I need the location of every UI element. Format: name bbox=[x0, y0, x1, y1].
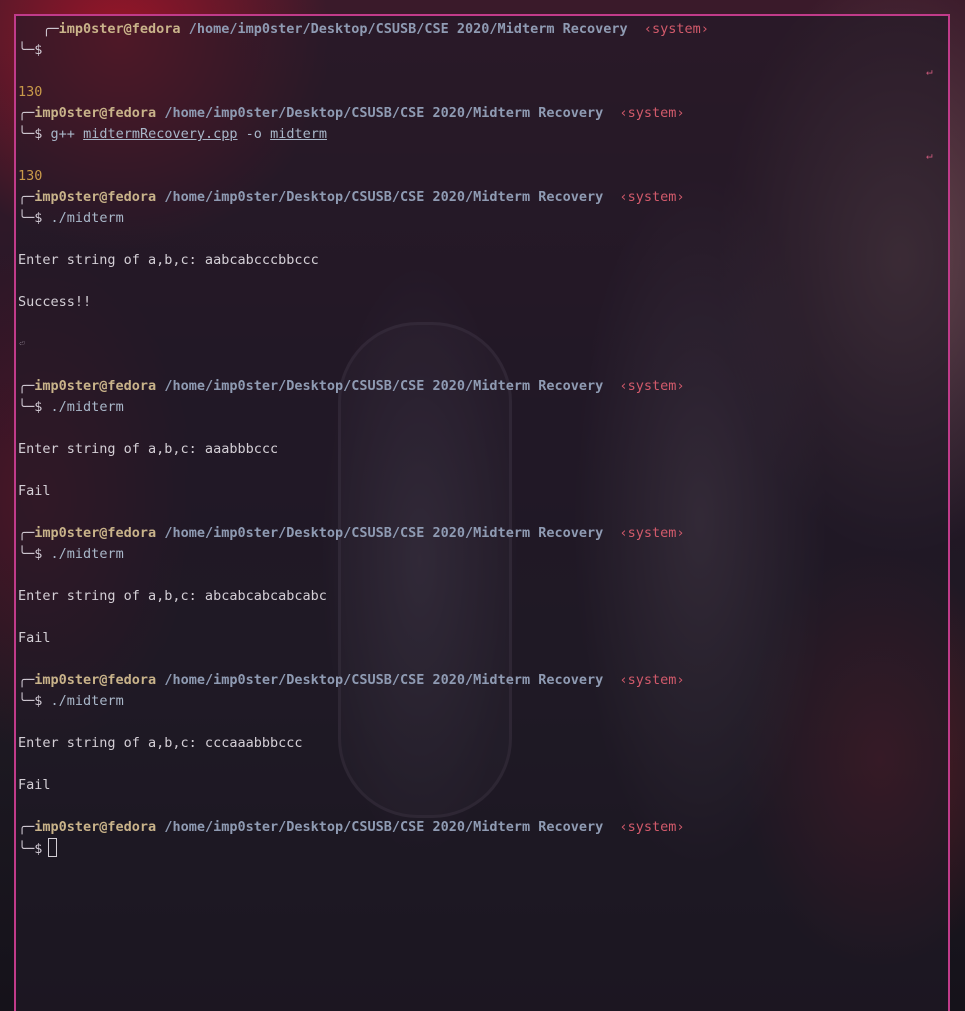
output-line: Fail bbox=[18, 777, 51, 793]
prompt-symbol: $ bbox=[34, 42, 43, 58]
prompt-symbol: $ bbox=[34, 841, 43, 857]
prompt-context: ‹system› bbox=[619, 819, 685, 835]
prompt-user: imp0ster@fedora bbox=[34, 189, 157, 205]
prompt-user: imp0ster@fedora bbox=[34, 378, 157, 394]
command-text: ./midterm bbox=[50, 210, 124, 226]
command-line: ╰─$ ./midterm bbox=[18, 693, 124, 709]
exit-code: 130 bbox=[18, 84, 43, 100]
prompt-line: ╭─imp0ster@fedora /home/imp0ster/Desktop… bbox=[18, 378, 685, 394]
prompt-user: imp0ster@fedora bbox=[34, 105, 157, 121]
output-line: Enter string of a,b,c: abcabcabcabcabc bbox=[18, 588, 327, 604]
command-line: ╰─$ ./midterm bbox=[18, 546, 124, 562]
output-line: Enter string of a,b,c: cccaaabbbccc bbox=[18, 735, 303, 751]
prompt-symbol: $ bbox=[34, 693, 43, 709]
prompt-path: /home/imp0ster/Desktop/CSUSB/CSE 2020/Mi… bbox=[164, 105, 604, 121]
terminal-output: ╭─imp0ster@fedora /home/imp0ster/Desktop… bbox=[16, 16, 933, 940]
prompt-line: ╭─imp0ster@fedora /home/imp0ster/Desktop… bbox=[18, 672, 685, 688]
command-flag: -o bbox=[245, 126, 262, 142]
prompt-path: /home/imp0ster/Desktop/CSUSB/CSE 2020/Mi… bbox=[164, 672, 604, 688]
prompt-context: ‹system› bbox=[619, 378, 685, 394]
prompt-line: ╭─imp0ster@fedora /home/imp0ster/Desktop… bbox=[18, 819, 685, 835]
command-file-link[interactable]: midtermRecovery.cpp bbox=[83, 126, 237, 142]
command-line: ╰─$ ./midterm bbox=[18, 399, 124, 415]
command-program: g++ bbox=[50, 126, 75, 142]
prompt-path: /home/imp0ster/Desktop/CSUSB/CSE 2020/Mi… bbox=[164, 525, 604, 541]
command-text: ./midterm bbox=[50, 693, 124, 709]
prompt-user: imp0ster@fedora bbox=[34, 672, 157, 688]
output-line: Enter string of a,b,c: aaabbbccc bbox=[18, 441, 279, 457]
command-line: ╰─$ bbox=[18, 42, 43, 58]
prompt-user: imp0ster@fedora bbox=[34, 819, 157, 835]
prompt-path: /home/imp0ster/Desktop/CSUSB/CSE 2020/Mi… bbox=[188, 21, 628, 37]
prompt-user: imp0ster@fedora bbox=[58, 21, 181, 37]
active-command-line[interactable]: ╰─$ bbox=[18, 838, 58, 859]
prompt-user: imp0ster@fedora bbox=[34, 525, 157, 541]
prompt-symbol: $ bbox=[34, 399, 43, 415]
prompt-line: ╭─imp0ster@fedora /home/imp0ster/Desktop… bbox=[18, 525, 685, 541]
prompt-line: ╭─imp0ster@fedora /home/imp0ster/Desktop… bbox=[18, 105, 685, 121]
text-cursor[interactable] bbox=[48, 838, 58, 857]
prompt-path: /home/imp0ster/Desktop/CSUSB/CSE 2020/Mi… bbox=[164, 189, 604, 205]
prompt-symbol: $ bbox=[34, 126, 43, 142]
prompt-path: /home/imp0ster/Desktop/CSUSB/CSE 2020/Mi… bbox=[164, 819, 604, 835]
command-line: ╰─$ ./midterm bbox=[18, 210, 124, 226]
command-text: ./midterm bbox=[50, 399, 124, 415]
command-line: ╰─$ g++ midtermRecovery.cpp -o midterm bbox=[18, 126, 327, 142]
prompt-line: ╭─imp0ster@fedora /home/imp0ster/Desktop… bbox=[18, 21, 709, 37]
output-line: Fail bbox=[18, 630, 51, 646]
prompt-context: ‹system› bbox=[619, 525, 685, 541]
prompt-line: ╭─imp0ster@fedora /home/imp0ster/Desktop… bbox=[18, 189, 685, 205]
prompt-context: ‹system› bbox=[619, 105, 685, 121]
prompt-context: ‹system› bbox=[619, 672, 685, 688]
return-marker-icon: ↵ bbox=[926, 149, 933, 162]
exit-code: 130 bbox=[18, 168, 43, 184]
prompt-context: ‹system› bbox=[619, 189, 685, 205]
output-line: Success!! bbox=[18, 294, 92, 310]
command-output-link[interactable]: midterm bbox=[270, 126, 327, 142]
return-marker-icon: ↵ bbox=[926, 65, 933, 78]
command-text: ./midterm bbox=[50, 546, 124, 562]
output-line: Enter string of a,b,c: aabcabcccbbccc bbox=[18, 252, 319, 268]
prompt-path: /home/imp0ster/Desktop/CSUSB/CSE 2020/Mi… bbox=[164, 378, 604, 394]
terminal-window[interactable]: ╭─imp0ster@fedora /home/imp0ster/Desktop… bbox=[14, 14, 950, 1011]
small-return-icon: ⏎ bbox=[19, 339, 25, 349]
prompt-context: ‹system› bbox=[643, 21, 709, 37]
output-line: Fail bbox=[18, 483, 51, 499]
prompt-symbol: $ bbox=[34, 546, 43, 562]
prompt-symbol: $ bbox=[34, 210, 43, 226]
